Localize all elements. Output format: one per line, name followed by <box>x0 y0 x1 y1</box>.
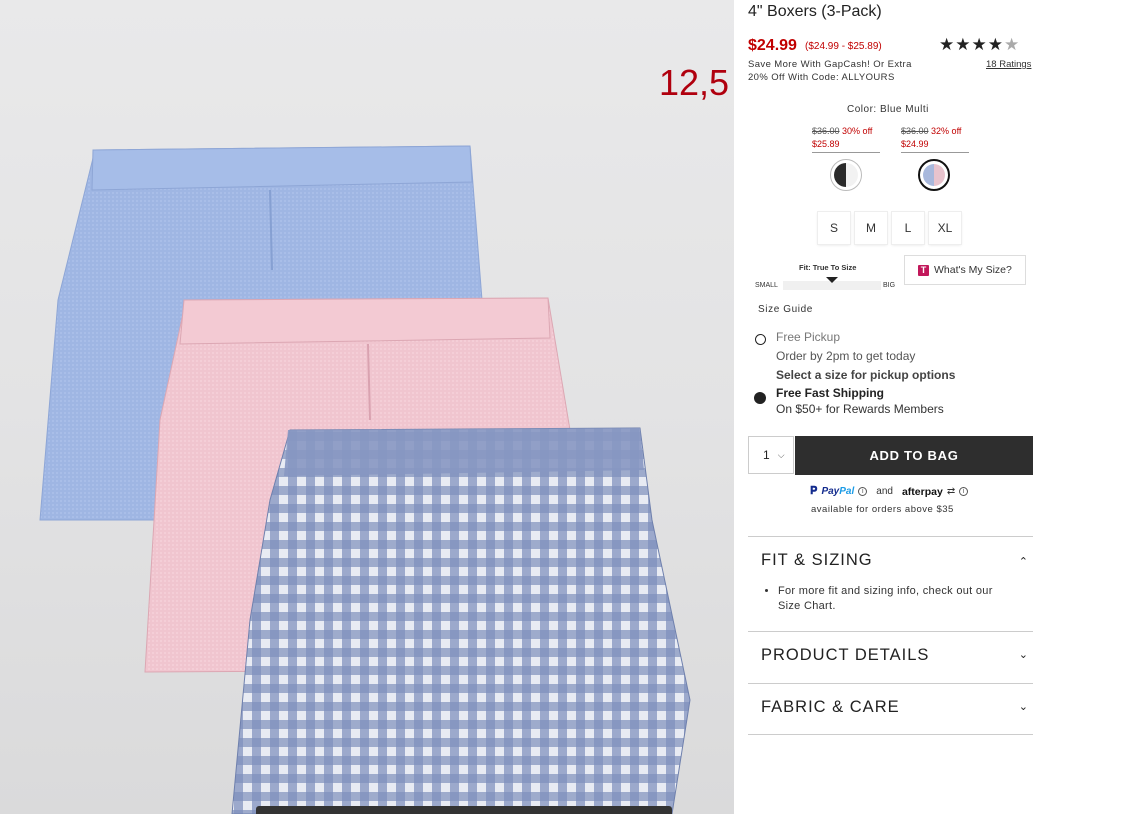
add-to-bag-button[interactable]: ADD TO BAG <box>795 436 1033 475</box>
accordion-product-details-title: PRODUCT DETAILS <box>761 646 930 664</box>
afterpay-logo-icon: ⇄ <box>946 486 956 497</box>
size-guide-link[interactable]: Size Guide <box>758 304 813 315</box>
fit-arrow-icon <box>826 277 838 283</box>
fit-small-label: SMALL <box>755 282 778 289</box>
ratings-link[interactable]: 18 Ratings <box>986 59 1031 70</box>
pickup-title: Free Pickup <box>776 330 841 344</box>
pickup-radio[interactable] <box>755 334 766 345</box>
fit-sizing-text: For more fit and sizing info, check out … <box>778 584 1018 614</box>
quantity-select[interactable]: 1 ⌵ <box>748 436 794 474</box>
paypal-label: PayPal <box>821 486 854 497</box>
product-title: 4" Boxers (3-Pack) <box>748 3 882 20</box>
accordion-fabric-care-title: FABRIC & CARE <box>761 698 900 716</box>
chevron-up-icon: ⌃ <box>1018 556 1028 568</box>
fit-label: Fit: True To Size <box>799 263 857 272</box>
sale-price: $24.99 <box>748 37 797 54</box>
rating-stars[interactable]: ★★★★★ <box>939 35 1020 55</box>
paypal-logo-icon: 𝐏 <box>810 485 818 497</box>
paypal-label-a: Pay <box>821 486 840 497</box>
color-swatch-blue-multi[interactable] <box>918 159 950 191</box>
chevron-down-icon: ⌵ <box>777 449 785 460</box>
accordion-fit-sizing[interactable]: FIT & SIZING ⌃ <box>748 536 1033 569</box>
size-button-s[interactable]: S <box>818 212 850 244</box>
overlay-number: 12,5 <box>659 62 730 103</box>
color-label: Color: Blue Multi <box>847 104 929 115</box>
swatch-2-sale-price: $24.99 <box>901 139 929 149</box>
swatch-fill <box>923 164 945 186</box>
fit-big-label: BIG <box>883 282 896 289</box>
shipping-subtitle: On $50+ for Rewards Members <box>776 402 944 416</box>
promo-line-1: Save More With GapCash! Or Extra <box>748 59 912 70</box>
fit-sizing-content: For more fit and sizing info, check out … <box>764 584 1018 614</box>
whats-my-size-button[interactable]: T What's My Size? <box>904 255 1026 285</box>
shipping-title: Free Fast Shipping <box>776 386 885 400</box>
payments-and: and <box>876 486 893 497</box>
swatch-2-discount: 32% off <box>931 126 962 136</box>
divider <box>748 734 1033 735</box>
paypal-info-icon[interactable]: i <box>858 487 868 496</box>
accordion-fit-sizing-title: FIT & SIZING <box>761 551 873 569</box>
swatch-1-sale-price: $25.89 <box>812 139 840 149</box>
pickup-size-note: Select a size for pickup options <box>776 368 956 382</box>
paypal-label-b: Pal <box>839 486 855 497</box>
swatch-price-1: $36.00 30% off $25.89 <box>812 125 880 153</box>
boxers-illustration <box>39 145 691 814</box>
whats-my-size-label: What's My Size? <box>934 264 1012 276</box>
pickup-subtitle: Order by 2pm to get today <box>776 349 916 363</box>
promo-text: Save More With GapCash! Or Extra 20% Off… <box>748 58 948 84</box>
product-image[interactable] <box>0 0 734 814</box>
shipping-option[interactable]: Free Fast Shipping On $50+ for Rewards M… <box>776 385 944 417</box>
chevron-down-icon: ⌄ <box>1018 701 1028 713</box>
swatch-2-orig-price: $36.00 <box>901 126 929 136</box>
swatch-fill <box>834 163 858 187</box>
accordion-product-details[interactable]: PRODUCT DETAILS ⌄ <box>748 631 1033 664</box>
fit-meter: Fit: True To Size SMALL BIG <box>755 263 901 293</box>
pickup-option[interactable]: Free Pickup Order by 2pm to get today Se… <box>776 328 955 385</box>
size-selector: S M L XL <box>818 212 961 244</box>
swatch-1-discount: 30% off <box>842 126 873 136</box>
size-button-l[interactable]: L <box>892 212 924 244</box>
size-button-m[interactable]: M <box>855 212 887 244</box>
quantity-value: 1 <box>763 448 770 462</box>
promo-line-2: 20% Off With Code: ALLYOURS <box>748 72 895 83</box>
color-swatch-black-multi[interactable] <box>830 159 862 191</box>
truefit-logo-icon: T <box>918 264 929 276</box>
carousel-indicator[interactable] <box>256 806 672 814</box>
swatch-price-2: $36.00 32% off $24.99 <box>901 125 969 153</box>
chevron-down-icon: ⌄ <box>1018 649 1028 661</box>
size-button-xl[interactable]: XL <box>929 212 961 244</box>
payments-availability: available for orders above $35 <box>811 504 954 515</box>
accordion-fabric-care[interactable]: FABRIC & CARE ⌄ <box>748 683 1033 716</box>
payment-options: 𝐏 PayPal i and afterpay ⇄ i <box>810 485 969 498</box>
afterpay-label: afterpay <box>901 485 943 498</box>
star-half-icon: ★ <box>1003 35 1021 54</box>
stars-full: ★★★★ <box>939 35 1004 54</box>
swatch-1-orig-price: $36.00 <box>812 126 840 136</box>
afterpay-info-icon[interactable]: i <box>959 487 969 496</box>
shipping-radio[interactable] <box>754 392 766 404</box>
price-range: ($24.99 - $25.89) <box>805 41 882 52</box>
